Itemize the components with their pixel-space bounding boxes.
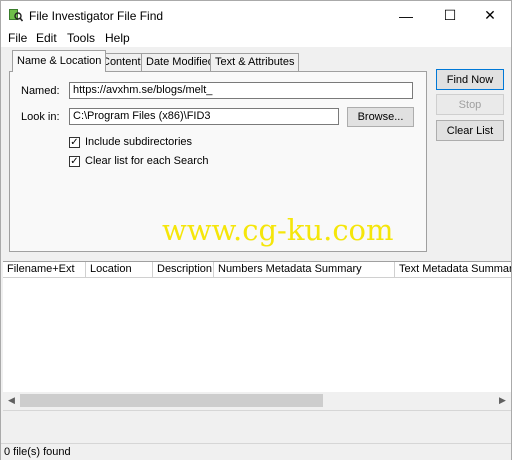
- named-label: Named:: [21, 85, 60, 97]
- details-pane: [3, 410, 511, 442]
- lookin-label: Look in:: [21, 111, 60, 123]
- status-bar: 0 file(s) found: [1, 443, 511, 460]
- browse-button[interactable]: Browse...: [347, 107, 414, 127]
- column-header-location[interactable]: Location: [86, 262, 153, 278]
- include-subdirectories-checkbox[interactable]: ✓: [69, 137, 80, 148]
- checkmark-icon: ✓: [70, 156, 79, 167]
- close-button[interactable]: ✕: [469, 1, 511, 30]
- menu-help[interactable]: Help: [105, 31, 130, 45]
- main-window: File Investigator File Find — ☐ ✕ File E…: [0, 0, 512, 460]
- maximize-icon: ☐: [443, 7, 457, 23]
- column-header-filename[interactable]: Filename+Ext: [3, 262, 86, 278]
- results-list[interactable]: Filename+Ext Location Description Number…: [3, 261, 511, 407]
- checkmark-icon: ✓: [70, 137, 79, 148]
- minimize-icon: —: [399, 7, 413, 24]
- clear-list-button[interactable]: Clear List: [436, 120, 504, 141]
- find-now-button[interactable]: Find Now: [436, 69, 504, 90]
- named-input[interactable]: https://avxhm.se/blogs/melt_: [69, 82, 413, 99]
- column-header-numbers-metadata[interactable]: Numbers Metadata Summary: [214, 262, 395, 278]
- close-icon: ✕: [484, 7, 496, 23]
- window-title: File Investigator File Find: [29, 9, 164, 23]
- scroll-right-icon[interactable]: ▶: [494, 392, 511, 409]
- status-text: 0 file(s) found: [4, 446, 71, 458]
- watermark-text: www.cg-ku.com: [162, 213, 394, 247]
- lookin-input[interactable]: C:\Program Files (x86)\FID3: [69, 108, 339, 125]
- scroll-left-icon[interactable]: ◀: [3, 392, 20, 409]
- tab-date-modified[interactable]: Date Modified: [141, 53, 219, 71]
- minimize-button[interactable]: —: [385, 1, 427, 30]
- stop-button[interactable]: Stop: [436, 94, 504, 115]
- column-header-description[interactable]: Description: [153, 262, 214, 278]
- include-subdirectories-label: Include subdirectories: [85, 136, 193, 148]
- tab-name-location[interactable]: Name & Location: [12, 50, 107, 72]
- maximize-button[interactable]: ☐: [429, 1, 471, 30]
- clear-list-each-search-label: Clear list for each Search: [85, 155, 209, 167]
- menu-bar: File Edit Tools Help: [1, 30, 511, 47]
- menu-tools[interactable]: Tools: [67, 31, 95, 45]
- scrollbar-thumb[interactable]: [20, 394, 323, 407]
- clear-list-each-search-checkbox[interactable]: ✓: [69, 156, 80, 167]
- horizontal-scrollbar[interactable]: ◀ ▶: [3, 392, 511, 409]
- column-header-text-metadata[interactable]: Text Metadata Summary: [395, 262, 511, 278]
- app-magnifier-icon: [9, 9, 23, 22]
- menu-file[interactable]: File: [8, 31, 27, 45]
- tab-text-attributes[interactable]: Text & Attributes: [210, 53, 300, 71]
- menu-edit[interactable]: Edit: [36, 31, 57, 45]
- title-bar: File Investigator File Find — ☐ ✕: [1, 1, 511, 30]
